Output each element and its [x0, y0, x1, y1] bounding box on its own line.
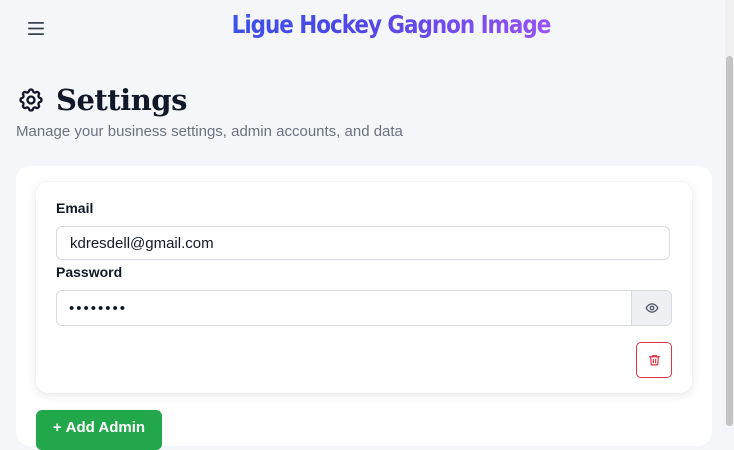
top-bar: Ligue Hockey Gagnon Image: [0, 0, 734, 56]
scrollbar[interactable]: [725, 0, 734, 426]
brand-title[interactable]: Ligue Hockey Gagnon Image: [55, 10, 728, 39]
brand-text: Ligue Hockey Gagnon Image: [231, 10, 551, 39]
password-label: Password: [56, 264, 123, 280]
add-admin-button[interactable]: + Add Admin: [36, 410, 162, 450]
show-password-button[interactable]: [631, 291, 671, 325]
trash-icon: [648, 355, 660, 366]
plus-icon: +: [52, 419, 62, 436]
email-field[interactable]: [56, 226, 670, 260]
page-subtitle: Manage your business settings, admin acc…: [16, 123, 403, 140]
email-label: Email: [56, 200, 94, 216]
page-header: Settings Manage your business settings, …: [16, 80, 403, 140]
admin-account-card: [36, 182, 692, 393]
password-field[interactable]: ••••••••: [57, 291, 631, 325]
eye-icon: [645, 303, 658, 313]
page-title: Settings: [56, 83, 187, 117]
scrollbar-thumb[interactable]: [726, 56, 733, 426]
password-field-group: ••••••••: [56, 290, 672, 326]
add-admin-label: Add Admin: [65, 419, 146, 436]
hamburger-menu-icon[interactable]: [22, 16, 50, 40]
gear-icon: [16, 85, 46, 115]
delete-admin-button[interactable]: [636, 342, 672, 378]
